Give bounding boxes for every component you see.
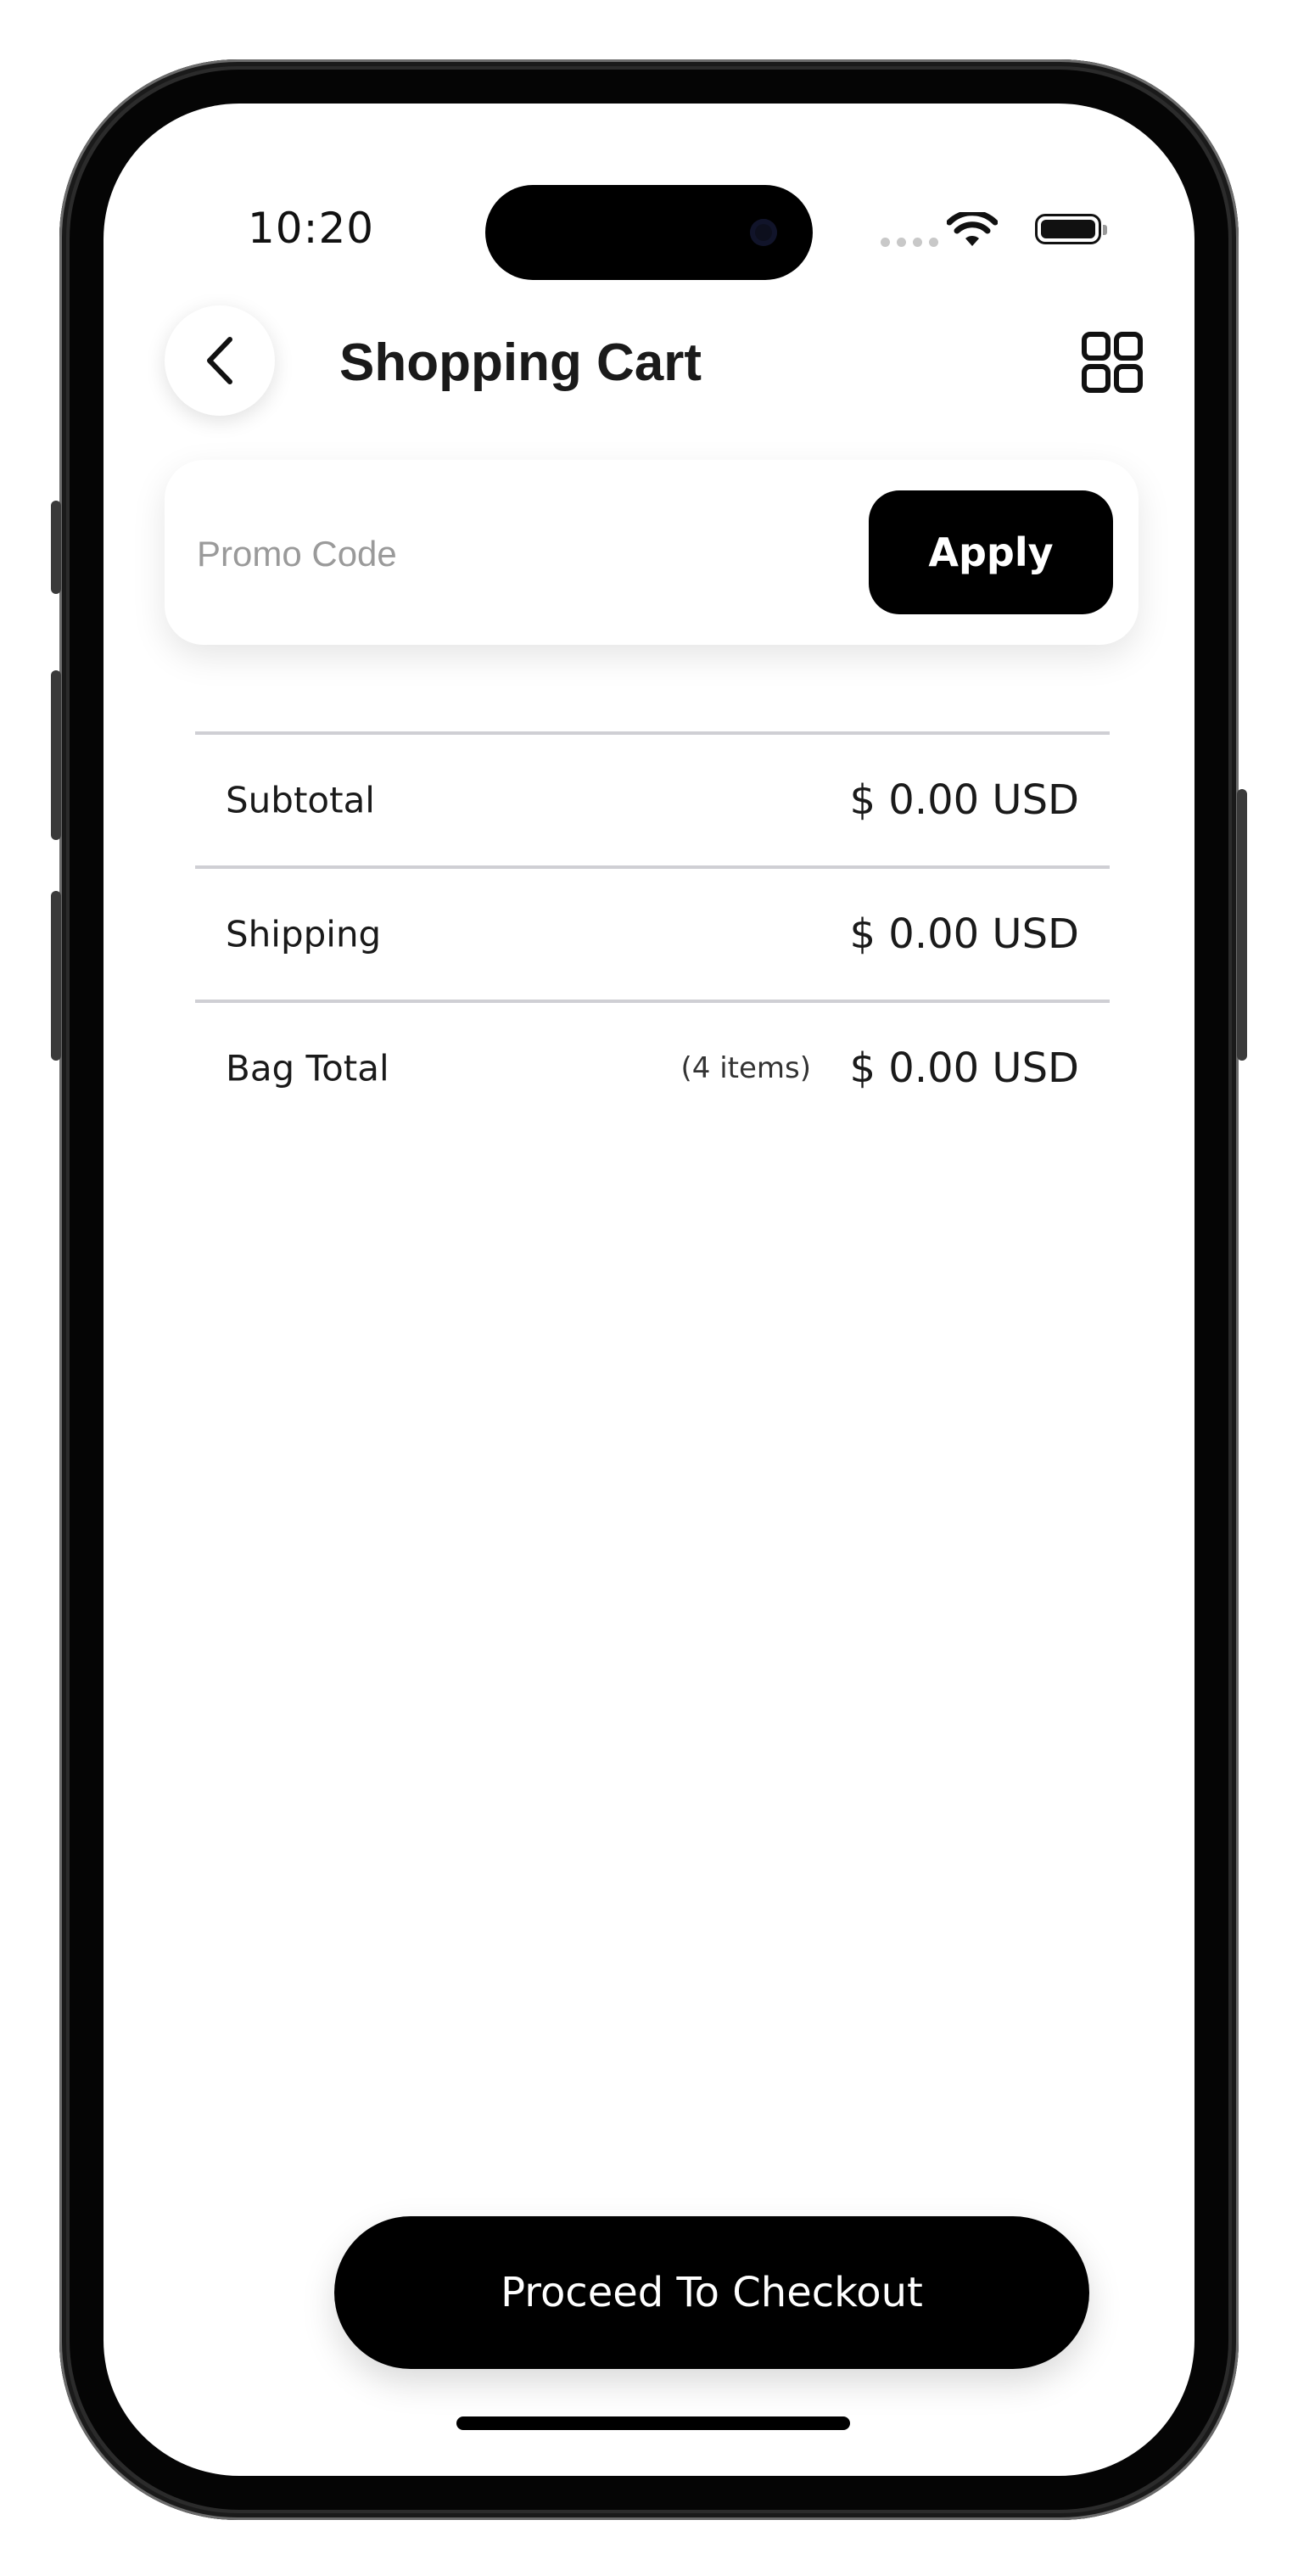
app-screen: 10:20 Shopping Cart Promo Code Apply Sub… (104, 104, 1194, 2476)
shipping-value: $ 0.00 USD (849, 910, 1080, 958)
phone-frame: 10:20 Shopping Cart Promo Code Apply Sub… (51, 59, 1247, 2520)
promo-code-card: Apply (165, 460, 1139, 645)
volume-down-button (51, 891, 61, 1061)
page-title: Shopping Cart (339, 333, 702, 392)
camera-icon (750, 219, 777, 246)
wifi-icon (947, 212, 998, 246)
back-button[interactable] (165, 305, 275, 416)
battery-icon (1035, 214, 1107, 244)
shipping-label: Shipping (226, 913, 382, 955)
subtotal-value: $ 0.00 USD (849, 776, 1080, 824)
bag-total-label: Bag Total (226, 1047, 389, 1089)
home-indicator (456, 2416, 850, 2430)
power-button (1237, 789, 1247, 1061)
dynamic-island (485, 185, 813, 280)
apply-button[interactable]: Apply (869, 490, 1113, 614)
chevron-left-icon (207, 337, 232, 384)
promo-code-input[interactable] (195, 511, 843, 597)
bag-total-item-count: (4 items) (680, 1051, 812, 1085)
bag-total-value: $ 0.00 USD (849, 1044, 1080, 1092)
subtotal-row: Subtotal $ 0.00 USD (195, 735, 1110, 865)
grid-icon[interactable] (1081, 331, 1144, 394)
status-time: 10:20 (248, 204, 375, 253)
shipping-row: Shipping $ 0.00 USD (195, 869, 1110, 1000)
bag-total-row: Bag Total (4 items) $ 0.00 USD (195, 1003, 1110, 1134)
proceed-to-checkout-button[interactable]: Proceed To Checkout (334, 2216, 1089, 2369)
action-button (51, 501, 61, 594)
volume-up-button (51, 670, 61, 840)
subtotal-label: Subtotal (226, 779, 375, 821)
order-summary: Subtotal $ 0.00 USD Shipping $ 0.00 USD … (195, 731, 1110, 1134)
cellular-signal-icon (881, 238, 938, 247)
